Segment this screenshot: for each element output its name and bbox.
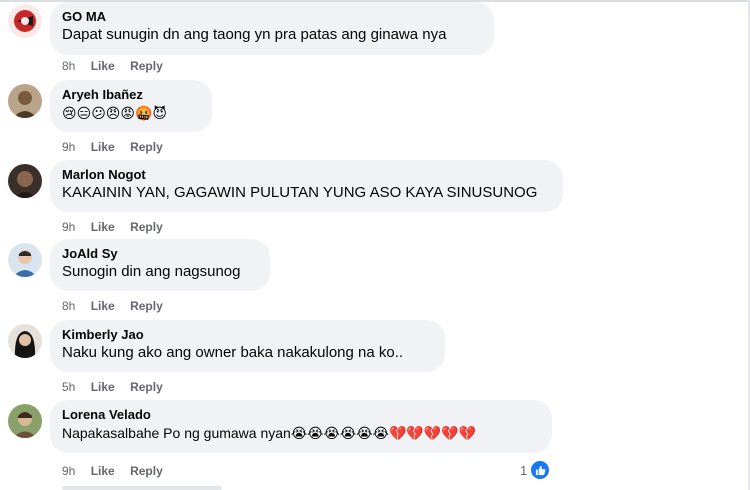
comment-text: 😢😑😕😠😡🤬😈 (62, 105, 167, 121)
comment-author[interactable]: Aryeh Ibañez (62, 87, 199, 103)
comment-text: Napakasalbahe Po ng gumawa nyan😭😭😭😭😭😭💔💔💔… (62, 425, 477, 441)
comment-actions: 9h Like Reply (62, 463, 175, 479)
reaction-summary[interactable]: 1 (520, 459, 552, 481)
comment-bubble: Aryeh Ibañez 😢😑😕😠😡🤬😈 (50, 80, 212, 132)
comment-author[interactable]: Kimberly Jao (62, 327, 432, 343)
like-button[interactable]: Like (91, 380, 115, 394)
like-button[interactable]: Like (91, 59, 115, 73)
reply-button[interactable]: Reply (130, 59, 163, 73)
comment-time[interactable]: 9h (62, 464, 75, 478)
reply-button[interactable]: Reply (130, 299, 163, 313)
comment-time[interactable]: 8h (62, 299, 75, 313)
profile-photo-icon (8, 164, 42, 198)
comment-text: KAKAININ YAN, GAGAWIN PULUTAN YUNG ASO K… (62, 184, 538, 201)
comment-bubble: Lorena Velado Napakasalbahe Po ng gumawa… (50, 400, 552, 453)
comment-bubble: GO MA Dapat sunugin dn ang taong yn pra … (50, 2, 494, 55)
avatar[interactable] (8, 404, 42, 438)
avatar[interactable] (8, 4, 42, 38)
comment-time[interactable]: 9h (62, 220, 75, 234)
reply-button[interactable]: Reply (130, 380, 163, 394)
comment-actions: 9h Like Reply (62, 219, 175, 235)
comment-author[interactable]: Marlon Nogot (62, 167, 550, 183)
comment-bubble: Kimberly Jao Naku kung ako ang owner bak… (50, 320, 445, 372)
reply-button[interactable]: Reply (130, 464, 163, 478)
avatar[interactable] (8, 84, 42, 118)
comment-text: Naku kung ako ang owner baka nakakulong … (62, 344, 404, 361)
like-thumb-icon (529, 459, 552, 481)
comment-text: Sunogin din ang nagsunog (62, 263, 241, 280)
comment-actions: 5h Like Reply (62, 379, 175, 395)
party-logo-icon (8, 4, 42, 38)
avatar[interactable] (8, 164, 42, 198)
profile-photo-icon (8, 84, 42, 118)
next-comment-preview (62, 486, 222, 490)
comment-author[interactable]: GO MA (62, 9, 481, 25)
reply-button[interactable]: Reply (130, 220, 163, 234)
comment-actions: 8h Like Reply (62, 298, 175, 314)
like-button[interactable]: Like (91, 140, 115, 154)
like-button[interactable]: Like (91, 299, 115, 313)
comment-actions: 8h Like Reply (62, 58, 175, 74)
like-button[interactable]: Like (91, 464, 115, 478)
avatar[interactable] (8, 243, 42, 277)
comment-bubble: JoAld Sy Sunogin din ang nagsunog (50, 239, 270, 291)
profile-photo-icon (8, 404, 42, 438)
comment-author[interactable]: JoAld Sy (62, 246, 257, 262)
comment-time[interactable]: 5h (62, 380, 75, 394)
avatar[interactable] (8, 324, 42, 358)
comment-time[interactable]: 8h (62, 59, 75, 73)
comment-actions: 9h Like Reply (62, 139, 175, 155)
profile-photo-icon (8, 324, 42, 358)
comment-time[interactable]: 9h (62, 140, 75, 154)
reaction-count: 1 (520, 462, 528, 478)
comment-text: Dapat sunugin dn ang taong yn pra patas … (62, 26, 447, 43)
comment-bubble: Marlon Nogot KAKAININ YAN, GAGAWIN PULUT… (50, 160, 563, 212)
comment-author[interactable]: Lorena Velado (62, 407, 539, 423)
like-button[interactable]: Like (91, 220, 115, 234)
reply-button[interactable]: Reply (130, 140, 163, 154)
profile-photo-icon (8, 243, 42, 277)
